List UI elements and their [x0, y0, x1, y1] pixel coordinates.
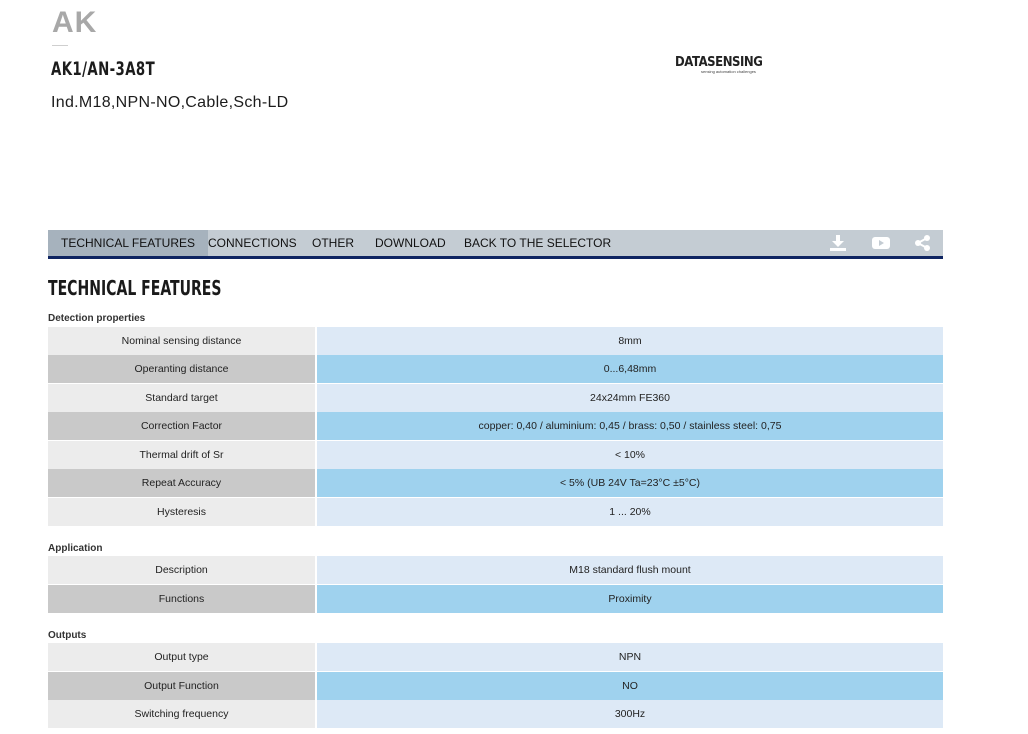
table-row: Correction Factor copper: 0,40 / alumini…: [48, 412, 943, 440]
row-value: NPN: [317, 643, 943, 671]
row-value: 1 ... 20%: [317, 498, 943, 526]
row-value: Proximity: [317, 585, 943, 613]
row-key: Hysteresis: [48, 498, 315, 526]
row-key: Thermal drift of Sr: [48, 441, 315, 469]
row-key: Operanting distance: [48, 355, 315, 383]
logo-brand-text: DATASENSING: [675, 55, 763, 70]
tab-other[interactable]: OTHER: [299, 230, 367, 256]
youtube-icon[interactable]: [872, 234, 890, 252]
table-row: Output type NPN: [48, 643, 943, 671]
group-title: Outputs: [48, 630, 87, 641]
tab-download[interactable]: DOWNLOAD: [362, 230, 459, 256]
table-row: Output Function NO: [48, 672, 943, 700]
row-key: Output Function: [48, 672, 315, 700]
share-icon[interactable]: [914, 234, 932, 252]
row-key: Functions: [48, 585, 315, 613]
download-icon[interactable]: [829, 234, 847, 252]
row-key: Switching frequency: [48, 700, 315, 728]
table-row: Description M18 standard flush mount: [48, 556, 943, 584]
product-family-title: AK: [52, 6, 98, 39]
row-value: < 5% (UB 24V Ta=23°C ±5°C): [317, 469, 943, 497]
row-key: Description: [48, 556, 315, 584]
row-key: Nominal sensing distance: [48, 327, 315, 355]
logo-tagline: sensing automation challenges: [701, 69, 756, 74]
row-key: Repeat Accuracy: [48, 469, 315, 497]
row-value: copper: 0,40 / aluminium: 0,45 / brass: …: [317, 412, 943, 440]
group-title: Detection properties: [48, 313, 146, 324]
row-value: NO: [317, 672, 943, 700]
table-row: Hysteresis 1 ... 20%: [48, 498, 943, 526]
family-title-underline: [52, 45, 68, 46]
group-title: Application: [48, 543, 103, 554]
row-value: 0...6,48mm: [317, 355, 943, 383]
row-value: 8mm: [317, 327, 943, 355]
tab-bar: TECHNICAL FEATURES CONNECTIONS OTHER DOW…: [48, 230, 943, 259]
table-row: Standard target 24x24mm FE360: [48, 384, 943, 412]
table-row: Functions Proximity: [48, 585, 943, 613]
row-key: Standard target: [48, 384, 315, 412]
product-model-code: AK1/AN-3A8T: [51, 58, 156, 80]
table-row: Thermal drift of Sr < 10%: [48, 441, 943, 469]
row-key: Output type: [48, 643, 315, 671]
product-description: Ind.M18,NPN-NO,Cable,Sch-LD: [51, 94, 289, 111]
tab-connections[interactable]: CONNECTIONS: [195, 230, 310, 256]
row-value: 300Hz: [317, 700, 943, 728]
row-value: M18 standard flush mount: [317, 556, 943, 584]
table-row: Switching frequency 300Hz: [48, 700, 943, 728]
row-key: Correction Factor: [48, 412, 315, 440]
table-row: Repeat Accuracy < 5% (UB 24V Ta=23°C ±5°…: [48, 469, 943, 497]
row-value: < 10%: [317, 441, 943, 469]
table-row: Operanting distance 0...6,48mm: [48, 355, 943, 383]
section-heading: TECHNICAL FEATURES: [48, 276, 222, 300]
datasensing-logo: DATASENSING sensing automation challenge…: [675, 55, 767, 77]
row-value: 24x24mm FE360: [317, 384, 943, 412]
tab-back-to-selector[interactable]: BACK TO THE SELECTOR: [451, 230, 624, 256]
tab-technical-features[interactable]: TECHNICAL FEATURES: [48, 230, 209, 256]
table-row: Nominal sensing distance 8mm: [48, 327, 943, 355]
